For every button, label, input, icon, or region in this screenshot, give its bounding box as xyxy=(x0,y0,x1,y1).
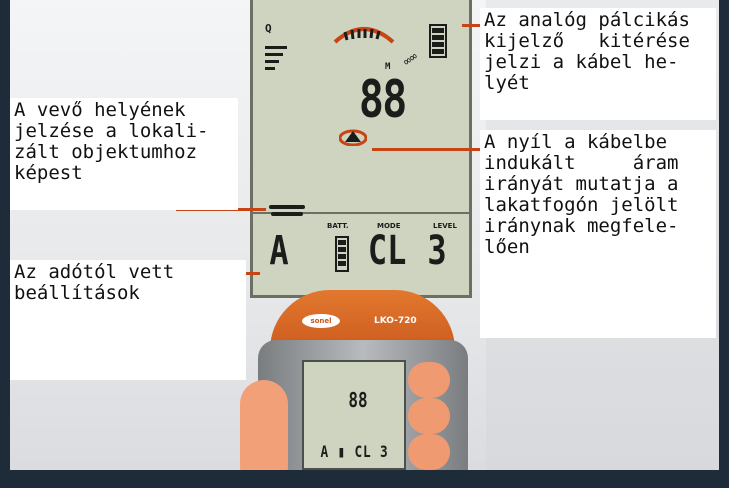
battery-icon xyxy=(429,24,447,58)
frame-left xyxy=(0,0,10,488)
signal-bars-icon xyxy=(265,46,287,74)
device-model: LKO-720 xyxy=(374,316,417,326)
callout-arrow-line: irányát mutatja a xyxy=(484,173,679,195)
frame-bottom xyxy=(0,470,729,488)
callout-analog-line: kijelző kitérése xyxy=(484,30,690,52)
callout-arrow-line: lően xyxy=(484,236,530,258)
callout-arrow-line: lakatfogón jelölt xyxy=(484,194,679,216)
callout-receiver-line: A vevő helyének xyxy=(14,99,186,121)
callout-analog-line: Az analóg pálcikás xyxy=(484,9,690,31)
callout-analog-line: lyét xyxy=(484,72,530,94)
lcd-level-value: 3 xyxy=(427,228,447,274)
callout-settings: Az adótól vett beállítások xyxy=(10,260,246,380)
callout-receiver: A vevő helyének jelzése a lokali- zált o… xyxy=(10,98,238,210)
callout-arrow-line: A nyíl a kábelbe xyxy=(484,131,668,153)
lcd-q-label: Q xyxy=(265,22,272,35)
receiver-position-icon xyxy=(269,205,309,219)
lcd-mode-value: CL xyxy=(367,228,407,274)
battery-level-icon xyxy=(335,236,349,272)
callout-arrow: A nyíl a kábelbe indukált áram irányát m… xyxy=(480,130,716,338)
leader-line-arrow xyxy=(372,148,482,151)
lcd-reading: 88 xyxy=(358,70,407,130)
callout-analog: Az analóg pálcikás kijelző kitérése jelz… xyxy=(480,8,716,120)
callout-receiver-line: képest xyxy=(14,162,83,184)
leader-line-analog xyxy=(462,24,482,27)
device-mini-lcd: 88 A ▮ CL 3 xyxy=(302,360,406,470)
finger-3 xyxy=(408,434,450,470)
coil-icon: ∞∞ xyxy=(400,49,421,69)
lcd-mode-letter: A xyxy=(269,228,289,274)
finger-1 xyxy=(408,362,450,398)
callout-analog-line: jelzi a kábel he- xyxy=(484,51,679,73)
batt-label: BATT. xyxy=(327,222,349,230)
callout-settings-line: beállítások xyxy=(14,282,140,304)
brand-logo: sonel xyxy=(302,314,340,328)
callout-receiver-line: zált objektumhoz xyxy=(14,141,198,163)
frame-right xyxy=(719,0,729,488)
thumb xyxy=(240,380,288,472)
callout-receiver-line: jelzése a lokali- xyxy=(14,120,209,142)
finger-2 xyxy=(408,398,450,434)
analog-bar-indicator-icon xyxy=(333,27,395,44)
mini-lcd-row: A ▮ CL 3 xyxy=(320,442,389,461)
callout-arrow-line: indukált áram xyxy=(484,152,679,174)
callout-arrow-line: iránynak megfele- xyxy=(484,215,679,237)
mini-lcd-reading: 88 xyxy=(348,388,368,412)
direction-arrow-icon xyxy=(339,129,367,146)
callout-settings-line: Az adótól vett xyxy=(14,261,175,283)
